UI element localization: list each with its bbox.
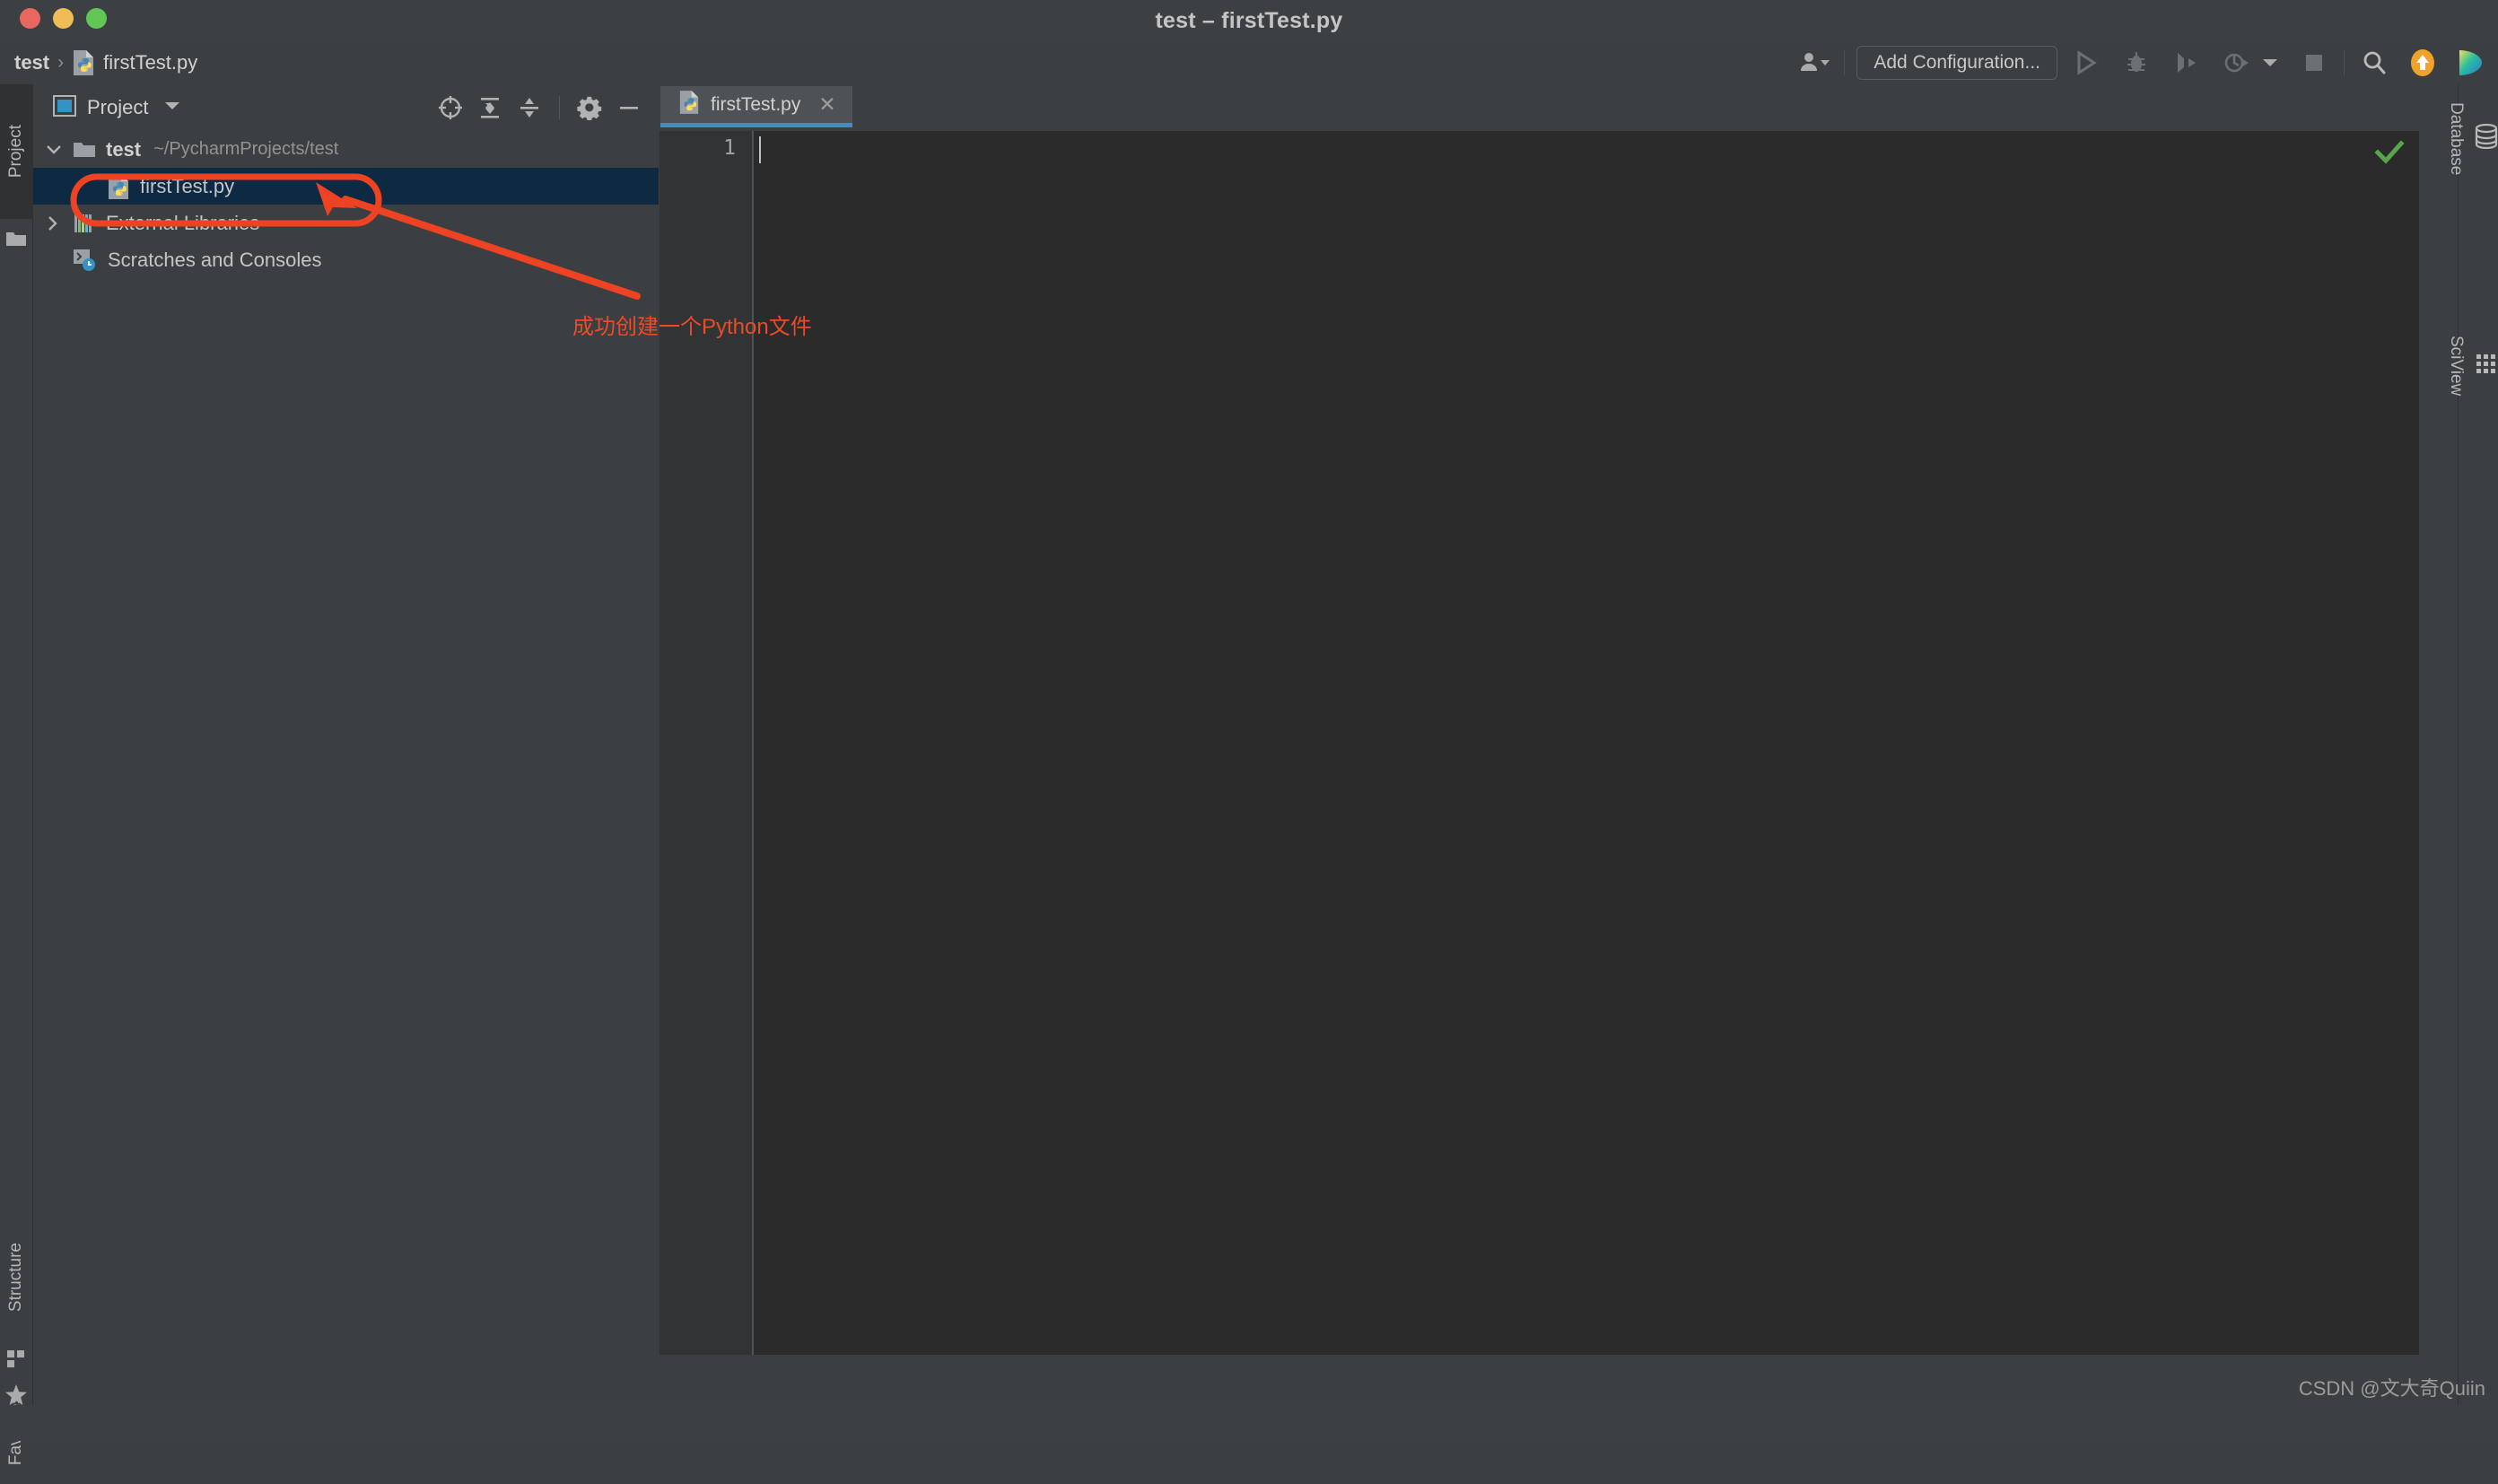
scratches-console-icon — [73, 249, 98, 272]
update-arrow-up-icon[interactable] — [2405, 45, 2441, 81]
editor-bottom-strip — [659, 1355, 2419, 1396]
editor-tab-label: firstTest.py — [711, 93, 801, 115]
locate-target-icon[interactable] — [433, 91, 467, 125]
tree-label-firstTest: firstTest.py — [140, 174, 235, 197]
minus-icon[interactable] — [612, 91, 646, 125]
breadcrumb-separator-icon: › — [57, 52, 65, 73]
folder-icon — [0, 221, 32, 257]
title-bar: test – firstTest.py — [0, 0, 2498, 41]
navigation-bar: test › firstTest.py Add Configuration... — [0, 41, 2498, 84]
breadcrumb-project[interactable]: test — [14, 51, 49, 74]
project-view-icon — [53, 94, 76, 121]
inspection-ok-check-icon[interactable] — [2367, 135, 2412, 170]
editor-area: firstTest.py ✕ 1 — [659, 84, 2419, 1405]
toolbar-divider-2 — [2344, 50, 2345, 75]
collapse-all-icon[interactable] — [512, 91, 546, 125]
chevron-down-icon[interactable] — [2258, 45, 2282, 81]
gear-icon[interactable] — [572, 91, 607, 125]
toolbox-colorful-icon[interactable] — [2451, 45, 2487, 81]
run-play-icon[interactable] — [2068, 45, 2104, 81]
project-panel-actions — [433, 84, 646, 131]
run-with-coverage-icon[interactable] — [2169, 45, 2205, 81]
chevron-down-icon[interactable] — [164, 100, 180, 116]
library-bars-icon — [73, 213, 96, 234]
toolbar-divider — [1844, 50, 1846, 75]
profile-icon[interactable] — [2219, 45, 2255, 81]
tree-row-external-libraries[interactable]: External Libraries — [33, 205, 659, 241]
close-icon[interactable]: ✕ — [818, 94, 835, 115]
tree-row-scratches-consoles[interactable]: Scratches and Consoles — [33, 241, 659, 278]
tree-label-external-libraries: External Libraries — [106, 211, 260, 234]
annotation-text: 成功创建一个Python文件 — [572, 315, 812, 339]
left-tool-window-strip: Project Structure Favorites — [0, 84, 33, 1465]
project-panel-header: Project — [33, 84, 659, 131]
sidebar-item-sciview[interactable]: SciView — [2447, 327, 2498, 405]
main-toolbar: Add Configuration... — [1796, 41, 2487, 84]
tree-row-project-root[interactable]: test ~/PycharmProjects/test — [33, 131, 659, 168]
line-number: 1 — [723, 136, 736, 160]
project-tool-window: Project test ~/PycharmProjects/test firs… — [33, 84, 659, 1405]
sidebar-item-database-label: Database — [2447, 102, 2466, 176]
status-bar — [0, 1405, 2498, 1441]
chevron-right-icon[interactable] — [48, 215, 58, 231]
tree-row-firstTest[interactable]: firstTest.py — [33, 168, 659, 205]
sidebar-item-database[interactable]: Database — [2447, 93, 2498, 184]
project-panel-title: Project — [87, 96, 149, 118]
folder-icon — [73, 140, 96, 160]
editor-tab-bar: firstTest.py ✕ — [659, 84, 2419, 132]
sidebar-item-project[interactable]: Project — [0, 84, 32, 219]
sidebar-item-structure-label: Structure — [6, 1243, 25, 1313]
debug-bug-icon[interactable] — [2118, 45, 2154, 81]
tree-label-test: test — [106, 137, 142, 161]
user-avatar-icon[interactable] — [1796, 45, 1832, 81]
python-file-icon — [72, 49, 95, 76]
project-tree: test ~/PycharmProjects/test firstTest.py — [33, 131, 659, 278]
tree-label-scratches-consoles: Scratches and Consoles — [108, 248, 322, 271]
panel-action-divider — [559, 96, 560, 119]
add-configuration-button[interactable]: Add Configuration... — [1856, 46, 2057, 80]
editor-tab-firstTest[interactable]: firstTest.py ✕ — [660, 86, 852, 127]
search-magnifier-icon[interactable] — [2356, 45, 2392, 81]
code-editor[interactable]: 1 — [659, 131, 2419, 1396]
python-file-icon — [678, 90, 700, 120]
python-file-icon — [107, 173, 130, 200]
expand-all-icon[interactable] — [473, 91, 507, 125]
right-tool-window-strip: Database SciView — [2447, 84, 2498, 1405]
sciview-grid-icon — [2475, 353, 2498, 380]
star-icon — [0, 1380, 32, 1410]
pycharm-window: test – firstTest.py test › firstTest.py — [0, 0, 2498, 1465]
breadcrumb-file[interactable]: firstTest.py — [103, 51, 197, 74]
chevron-down-icon[interactable] — [46, 144, 62, 155]
sidebar-item-sciview-label: SciView — [2447, 336, 2466, 397]
stop-square-icon[interactable] — [2296, 45, 2332, 81]
sidebar-item-structure[interactable]: Structure — [0, 1206, 32, 1349]
sidebar-item-project-label: Project — [6, 125, 25, 179]
structure-blocks-icon — [0, 1344, 32, 1375]
watermark-text: CSDN @文大奇Quiin — [2298, 1377, 2485, 1400]
database-cylinder-icon — [2475, 123, 2498, 154]
text-caret — [759, 136, 761, 163]
tree-path-hint: ~/PycharmProjects/test — [153, 139, 339, 159]
breadcrumb: test › firstTest.py — [14, 41, 197, 84]
window-title: test – firstTest.py — [1155, 8, 1343, 33]
code-text-area[interactable] — [754, 131, 2419, 1396]
